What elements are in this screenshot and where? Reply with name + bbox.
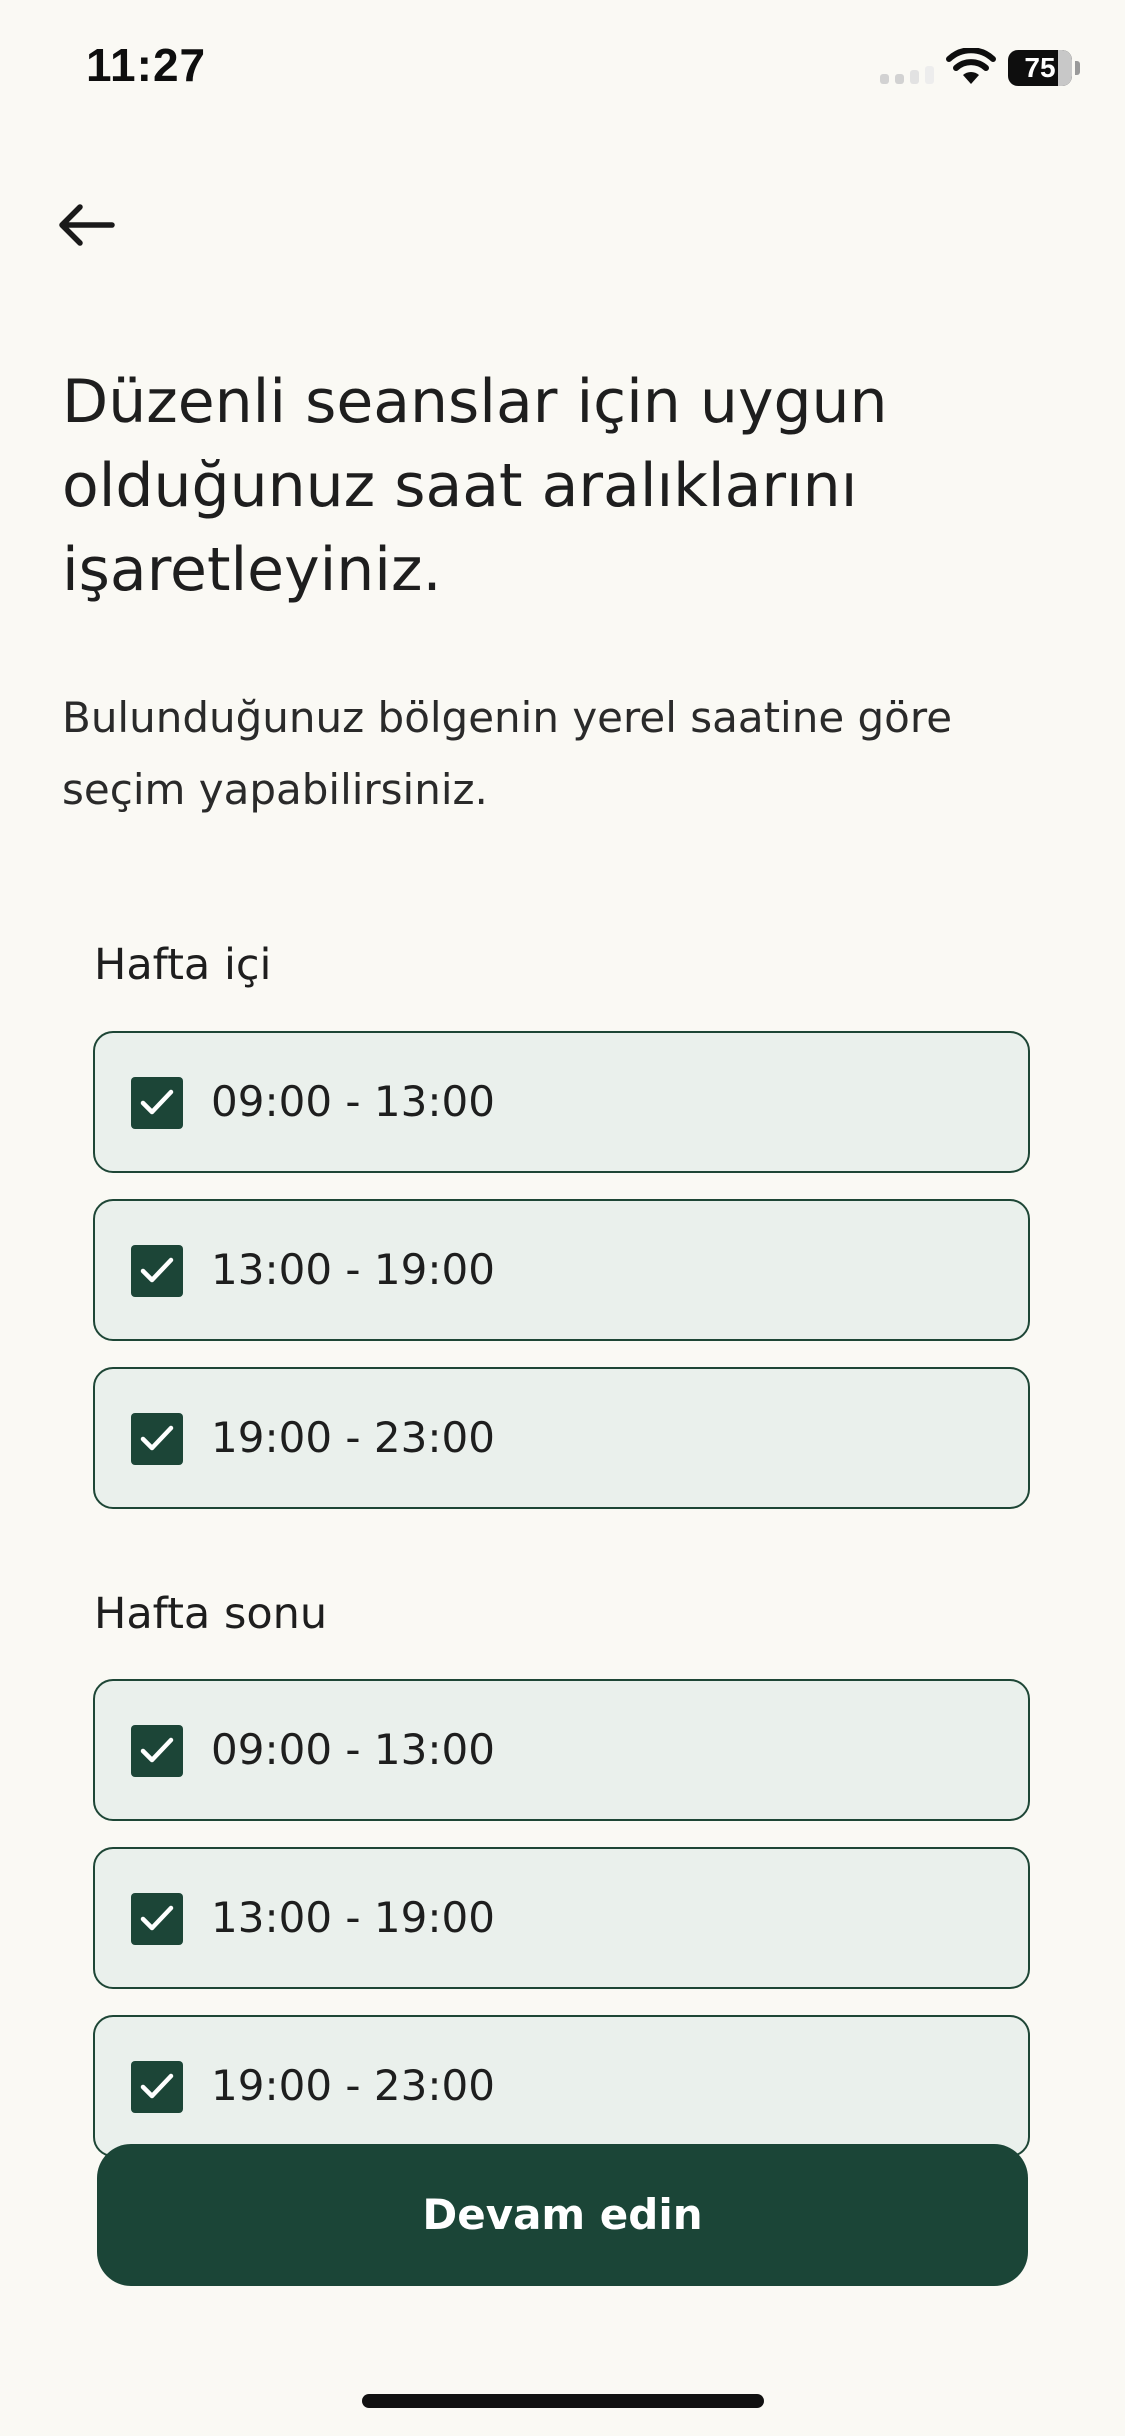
option-label: 19:00 - 23:00 bbox=[211, 2061, 495, 2110]
option-label: 09:00 - 13:00 bbox=[211, 1077, 495, 1126]
signal-icon bbox=[880, 66, 934, 84]
battery-level: 75 bbox=[1024, 52, 1056, 83]
check-icon bbox=[140, 1905, 174, 1931]
weekday-option-3[interactable]: 19:00 - 23:00 bbox=[93, 1367, 1030, 1509]
checkbox[interactable] bbox=[131, 1077, 183, 1129]
arrow-left-icon bbox=[59, 204, 115, 246]
checkbox[interactable] bbox=[131, 2061, 183, 2113]
weekend-option-1[interactable]: 09:00 - 13:00 bbox=[93, 1679, 1030, 1821]
weekend-option-2[interactable]: 13:00 - 19:00 bbox=[93, 1847, 1030, 1989]
back-button[interactable] bbox=[50, 190, 120, 260]
battery-cap bbox=[1075, 61, 1080, 75]
status-time: 11:27 bbox=[86, 39, 207, 91]
section-label-weekend: Hafta sonu bbox=[94, 1589, 328, 1639]
battery-body: 75 bbox=[1008, 50, 1072, 86]
option-label: 13:00 - 19:00 bbox=[211, 1893, 495, 1942]
section-label-weekdays: Hafta içi bbox=[94, 940, 272, 990]
checkbox[interactable] bbox=[131, 1413, 183, 1465]
home-indicator[interactable] bbox=[362, 2394, 764, 2408]
weekday-option-1[interactable]: 09:00 - 13:00 bbox=[93, 1031, 1030, 1173]
check-icon bbox=[140, 1257, 174, 1283]
check-icon bbox=[140, 2073, 174, 2099]
continue-button[interactable]: Devam edin bbox=[97, 2144, 1028, 2286]
status-bar: 11:27 75 bbox=[0, 0, 1125, 140]
weekday-option-2[interactable]: 13:00 - 19:00 bbox=[93, 1199, 1030, 1341]
check-icon bbox=[140, 1425, 174, 1451]
weekend-option-3[interactable]: 19:00 - 23:00 bbox=[93, 2015, 1030, 2157]
option-label: 09:00 - 13:00 bbox=[211, 1725, 495, 1774]
option-label: 19:00 - 23:00 bbox=[211, 1413, 495, 1462]
page-subtitle: Bulunduğunuz bölgenin yerel saatine göre… bbox=[62, 693, 953, 814]
option-label: 13:00 - 19:00 bbox=[211, 1245, 495, 1294]
page-title: Düzenli seanslar için uygun olduğunuz sa… bbox=[62, 367, 888, 605]
battery-icon: 75 bbox=[1008, 50, 1080, 86]
checkbox[interactable] bbox=[131, 1725, 183, 1777]
checkbox[interactable] bbox=[131, 1893, 183, 1945]
check-icon bbox=[140, 1089, 174, 1115]
checkbox[interactable] bbox=[131, 1245, 183, 1297]
check-icon bbox=[140, 1737, 174, 1763]
wifi-icon bbox=[946, 48, 996, 84]
